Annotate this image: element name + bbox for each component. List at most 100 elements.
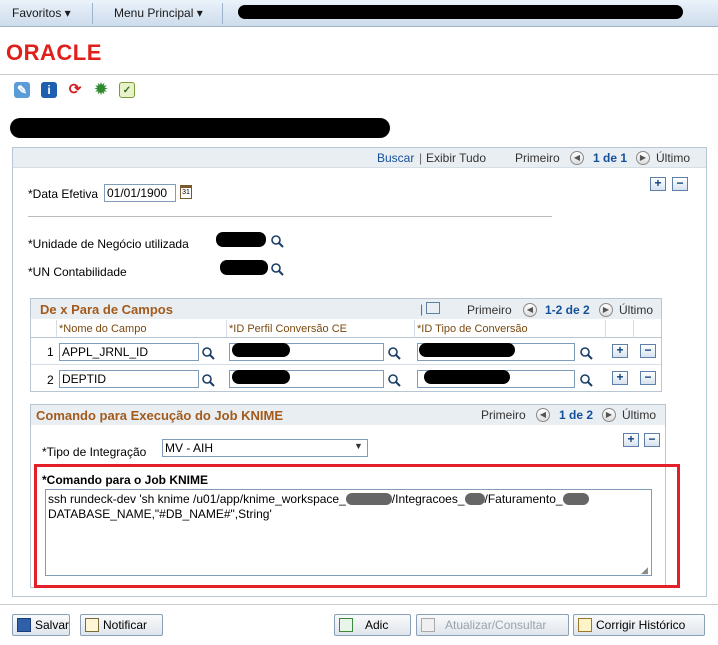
field-name-column-header: *Nome do Campo: [57, 320, 227, 338]
calendar-icon[interactable]: 31: [180, 185, 192, 199]
business-unit-label: *Unidade de Negócio utilizada: [28, 237, 189, 251]
grid-row-range: 1-2 de 2: [545, 303, 590, 317]
search-link[interactable]: Buscar: [377, 151, 414, 165]
main-menu[interactable]: Menu Principal ▾: [114, 0, 203, 27]
row-number-column-header: [31, 320, 57, 338]
job-panel-title: Comando para Execução do Job KNIME: [36, 408, 284, 423]
command-text-line-2: DATABASE_NAME,"#DB_NAME#",String': [48, 507, 272, 521]
delete-column-header: [634, 320, 661, 338]
notify-button[interactable]: Notificar: [80, 614, 163, 636]
personalize-icon[interactable]: [426, 302, 440, 314]
grid-next-button[interactable]: ▶: [599, 303, 613, 317]
grid-previous-button[interactable]: ◀: [523, 303, 537, 317]
delete-row-button[interactable]: −: [640, 344, 656, 358]
grid-separator: |: [420, 302, 424, 316]
notify-icon: [85, 618, 99, 632]
job-next-button[interactable]: ▶: [602, 408, 616, 422]
command-label: *Comando para o Job KNIME: [42, 473, 209, 487]
next-button[interactable]: ▶: [636, 151, 650, 165]
save-button[interactable]: Salvar: [12, 614, 70, 636]
job-previous-button[interactable]: ◀: [536, 408, 550, 422]
grid-title: De x Para de Campos: [40, 302, 173, 317]
section-divider: [28, 216, 552, 217]
field-name-input[interactable]: [59, 343, 199, 361]
accounting-unit-label: *UN Contabilidade: [28, 265, 127, 279]
grid-last-label: Último: [619, 303, 654, 317]
redacted-conversion-type: [419, 343, 515, 357]
correct-history-icon: [578, 618, 592, 632]
conversion-type-column-header: *ID Tipo de Conversão: [415, 320, 606, 338]
correct-history-label: Corrigir Histórico: [596, 618, 686, 632]
integration-type-value: MV - AIH: [165, 441, 214, 455]
update-label: Atualizar/Consultar: [445, 618, 547, 632]
footer-divider: [0, 604, 718, 605]
delete-job-button[interactable]: −: [644, 433, 660, 447]
redacted-breadcrumb: [238, 5, 683, 19]
add-row-button[interactable]: +: [612, 371, 628, 385]
delete-row-button[interactable]: −: [672, 177, 688, 191]
lookup-icon[interactable]: [387, 373, 401, 387]
integration-type-label: *Tipo de Integração: [42, 445, 147, 459]
command-part-1: ssh rundeck-dev 'sh knime /u01/app/knime…: [48, 492, 346, 506]
redacted-page-title: [10, 118, 390, 138]
row-number: 2: [47, 373, 54, 387]
lookup-icon[interactable]: [270, 234, 284, 248]
integration-type-select[interactable]: MV - AIH: [162, 439, 368, 457]
save-label: Salvar: [35, 618, 70, 632]
refresh-icon[interactable]: ⟳: [67, 82, 83, 98]
menu-divider: [92, 3, 93, 24]
add-icon: [339, 618, 353, 632]
redacted-command-part: [345, 493, 392, 505]
add-column-header: [606, 320, 634, 338]
link-separator: |: [419, 151, 423, 165]
view-all-link[interactable]: Exibir Tudo: [426, 151, 486, 165]
redacted-business-unit[interactable]: [216, 232, 266, 247]
row-number: 1: [47, 345, 54, 359]
effective-date-label: *Data Efetiva: [28, 187, 99, 201]
delete-row-button[interactable]: −: [640, 371, 656, 385]
save-icon: [17, 618, 31, 632]
edit-icon[interactable]: ✎: [14, 82, 30, 98]
add-label: Adic: [365, 618, 389, 632]
add-button[interactable]: Adic: [334, 614, 411, 636]
update-icon: [421, 618, 435, 632]
lookup-icon[interactable]: [201, 373, 215, 387]
add-row-button[interactable]: +: [612, 344, 628, 358]
lookup-icon[interactable]: [201, 346, 215, 360]
job-first-label: Primeiro: [481, 408, 526, 422]
effective-date-field[interactable]: [104, 184, 176, 202]
lookup-icon[interactable]: [579, 373, 593, 387]
lookup-icon[interactable]: [387, 346, 401, 360]
redacted-accounting-unit[interactable]: [220, 260, 268, 275]
first-label: Primeiro: [515, 151, 560, 165]
row-range: 1 de 1: [593, 151, 628, 165]
lookup-icon[interactable]: [270, 262, 284, 276]
command-text-line-1: ssh rundeck-dev 'sh knime /u01/app/knime…: [48, 492, 589, 506]
header-divider: [0, 74, 718, 75]
redacted-command-part: [562, 493, 589, 505]
menu-divider: [222, 3, 223, 24]
resize-handle[interactable]: ◢: [641, 565, 648, 576]
last-label: Último: [656, 151, 691, 165]
update-display-button[interactable]: Atualizar/Consultar: [416, 614, 569, 636]
add-job-button[interactable]: +: [623, 433, 639, 447]
add-row-button[interactable]: +: [650, 177, 666, 191]
correct-history-button[interactable]: Corrigir Histórico: [573, 614, 705, 636]
lookup-icon[interactable]: [579, 346, 593, 360]
command-part-3: /Faturamento_: [484, 492, 563, 506]
field-name-input[interactable]: [59, 370, 199, 388]
previous-button[interactable]: ◀: [570, 151, 584, 165]
report-icon[interactable]: ✓: [119, 82, 135, 98]
command-part-2: /Integracoes_: [391, 492, 465, 506]
redacted-command-part: [464, 493, 485, 505]
redacted-conversion-type: [424, 370, 510, 384]
oracle-logo: ORACLE: [6, 40, 102, 65]
notify-label: Notificar: [103, 618, 148, 632]
info-icon[interactable]: i: [41, 82, 57, 98]
job-row-range: 1 de 2: [559, 408, 594, 422]
favorites-menu[interactable]: Favoritos ▾: [12, 0, 71, 27]
chevron-down-icon: ▼: [354, 441, 363, 451]
settings-icon[interactable]: ✹: [93, 82, 109, 98]
grid-first-label: Primeiro: [467, 303, 512, 317]
redacted-profile-id: [232, 343, 290, 357]
